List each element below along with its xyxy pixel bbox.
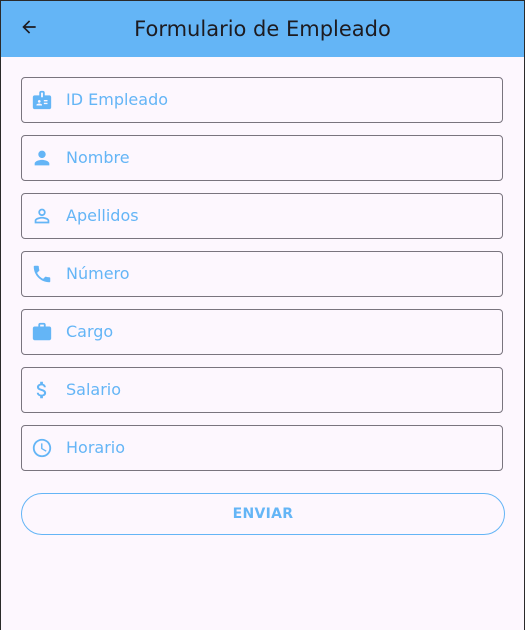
- arrow-back-icon: [19, 17, 39, 41]
- schedule-field[interactable]: Horario: [21, 425, 503, 471]
- clock-icon: [31, 437, 53, 459]
- badge-icon: [31, 89, 53, 111]
- person-icon: [31, 147, 53, 169]
- first-name-placeholder: Nombre: [66, 148, 130, 167]
- employee-id-placeholder: ID Empleado: [66, 90, 169, 109]
- phone-icon: [31, 263, 53, 285]
- phone-field[interactable]: Número: [21, 251, 503, 297]
- phone-placeholder: Número: [66, 264, 130, 283]
- last-name-placeholder: Apellidos: [66, 206, 139, 225]
- person-outline-icon: [31, 205, 53, 227]
- briefcase-icon: [31, 321, 53, 343]
- back-button[interactable]: [13, 13, 45, 45]
- last-name-field[interactable]: Apellidos: [21, 193, 503, 239]
- app-bar: Formulario de Empleado: [1, 1, 524, 57]
- salary-placeholder: Salario: [66, 380, 122, 399]
- dollar-icon: [31, 379, 53, 401]
- first-name-field[interactable]: Nombre: [21, 135, 503, 181]
- salary-field[interactable]: Salario: [21, 367, 503, 413]
- submit-button-label: ENVIAR: [232, 506, 294, 522]
- position-placeholder: Cargo: [66, 322, 114, 341]
- employee-id-field[interactable]: ID Empleado: [21, 77, 503, 123]
- page-title: Formulario de Empleado: [134, 17, 391, 41]
- submit-button[interactable]: ENVIAR: [21, 493, 505, 535]
- position-field[interactable]: Cargo: [21, 309, 503, 355]
- schedule-placeholder: Horario: [66, 438, 126, 457]
